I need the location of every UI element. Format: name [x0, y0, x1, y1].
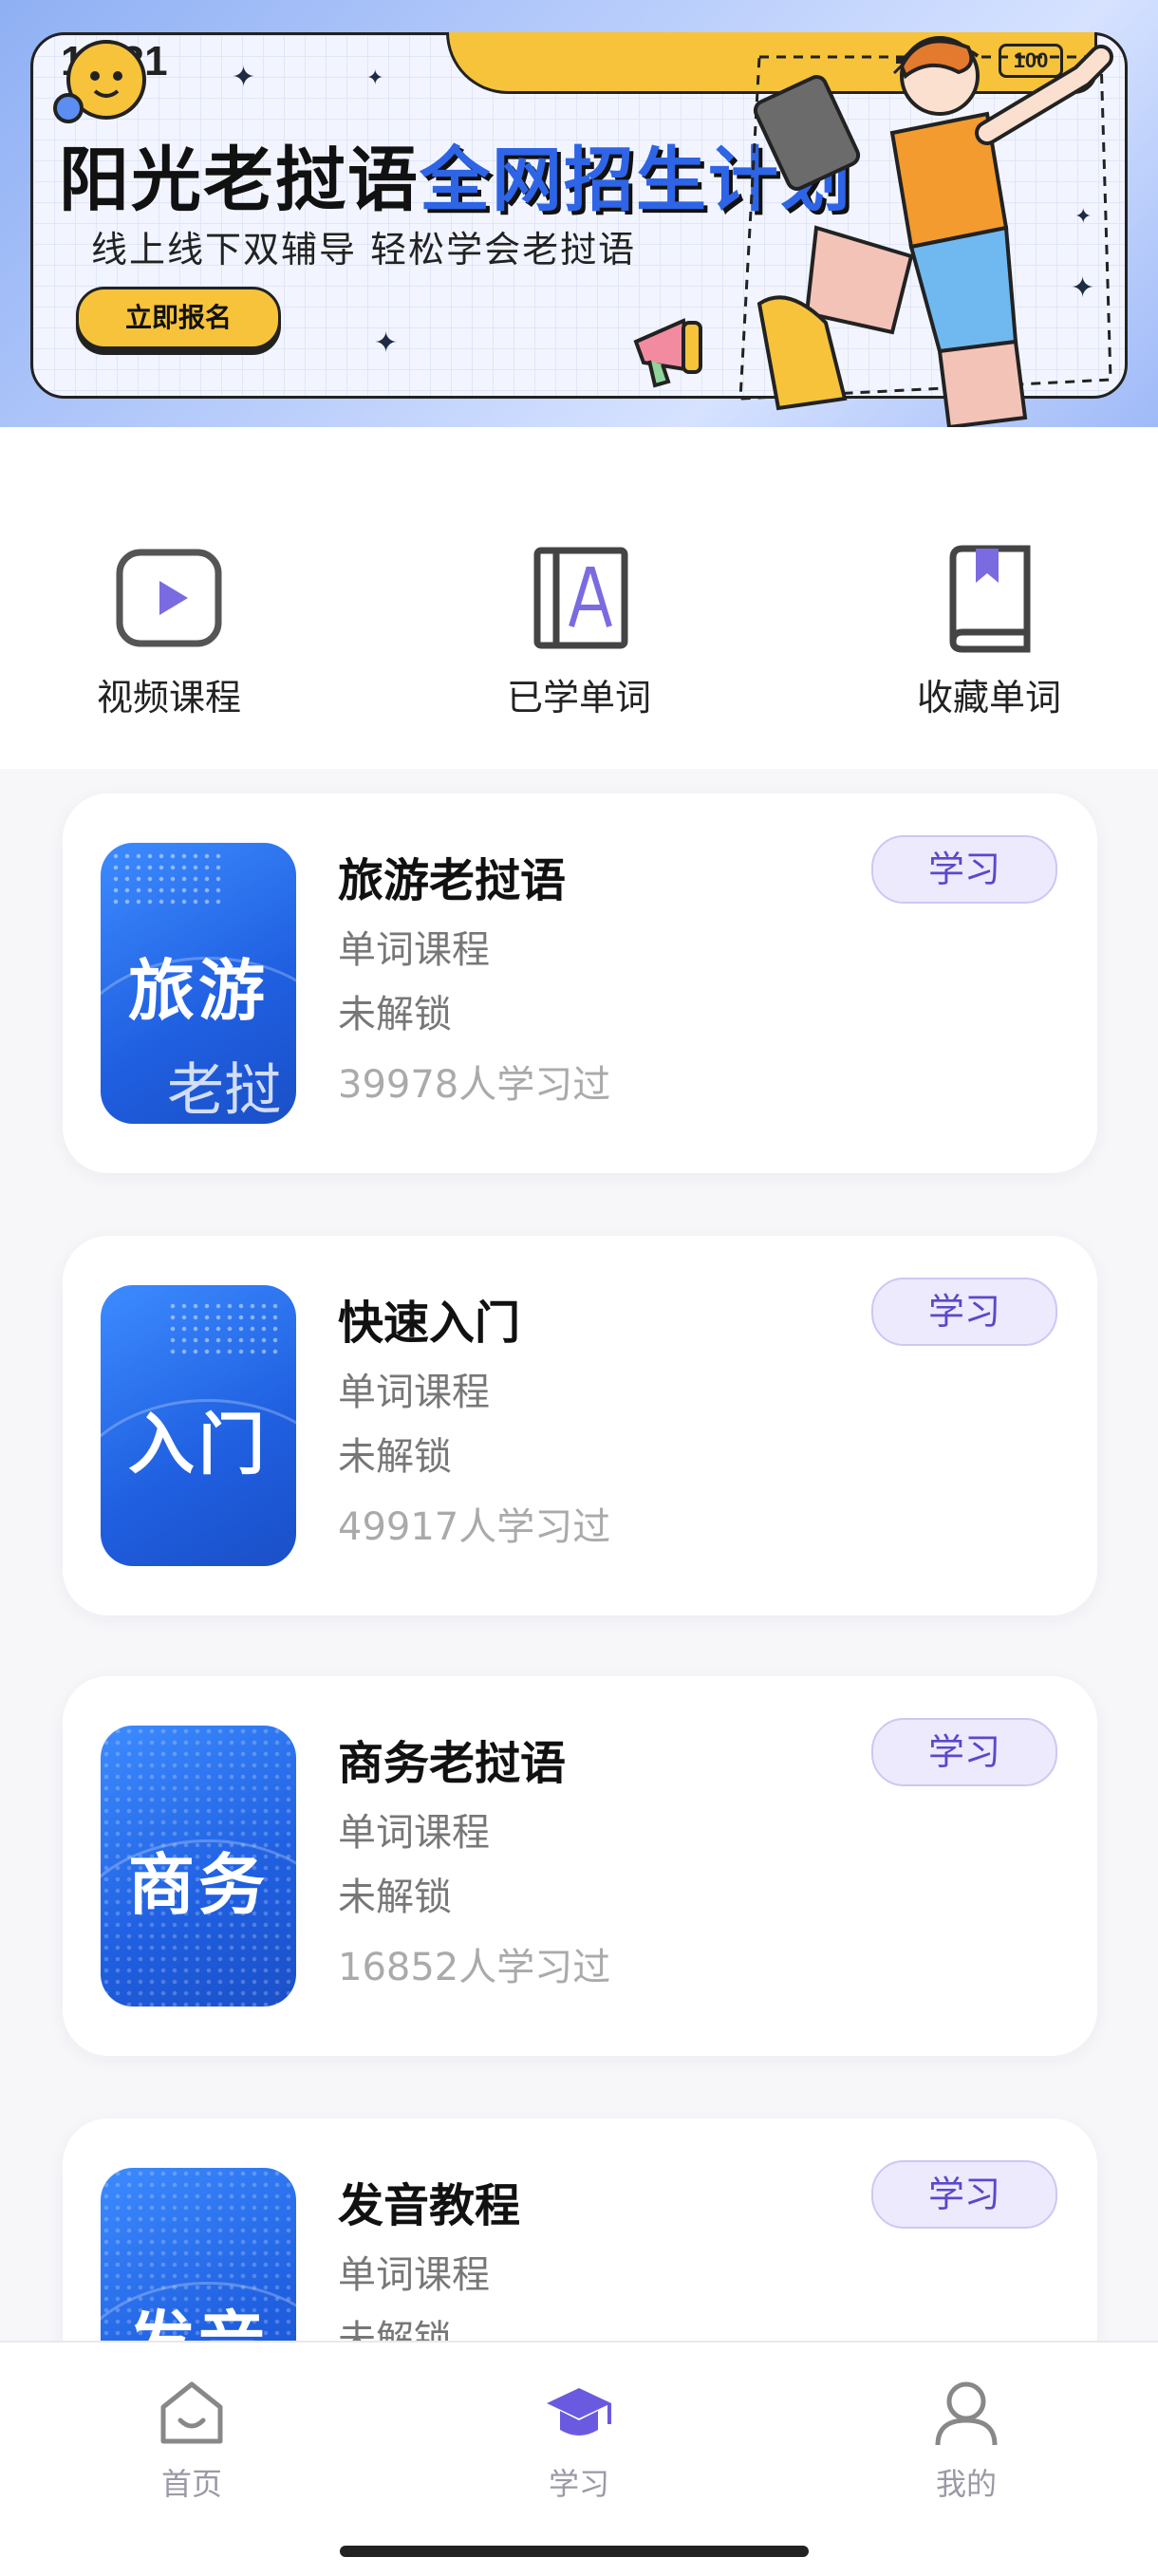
quick-action-label: 已学单词	[506, 677, 651, 719]
sparkle-icon: ✦	[374, 327, 399, 360]
course-thumbnail: 商务	[101, 1726, 296, 2007]
course-learner-count: 39978人学习过	[338, 1063, 611, 1107]
quick-action-saved-words[interactable]: 收藏单词	[866, 541, 1112, 720]
tab-home[interactable]: 首页	[97, 2377, 287, 2504]
course-thumbnail-text: 入门	[128, 1406, 269, 1484]
tab-label: 首页	[160, 2466, 222, 2502]
course-thumbnail-subtext: 老挝	[167, 1057, 281, 1124]
course-type: 单词课程	[338, 928, 490, 972]
course-learner-count: 49917人学习过	[338, 1505, 611, 1549]
bookmark-book-icon	[949, 545, 1031, 653]
course-thumbnail: 旅游 老挝	[101, 843, 296, 1124]
course-title: 商务老挝语	[338, 1737, 567, 1790]
course-card[interactable]: 入门 快速入门 单词课程 未解锁 49917人学习过 学习	[63, 1236, 1097, 1615]
course-title: 快速入门	[338, 1297, 521, 1350]
user-icon	[935, 2381, 998, 2446]
course-title: 旅游老挝语	[338, 854, 567, 907]
learn-button[interactable]: 学习	[871, 1278, 1057, 1346]
course-lock-status: 未解锁	[338, 1435, 452, 1479]
tab-label: 学习	[548, 2466, 609, 2502]
promo-banner[interactable]: 10:31 100 阳光老挝语全网招生计划 线上线下双辅导 轻松学会老挝语 立即…	[0, 0, 1158, 427]
learn-button[interactable]: 学习	[871, 2160, 1057, 2229]
course-thumbnail-text: 商务	[128, 1846, 269, 1924]
banner-subtitle: 线上线下双辅导 轻松学会老挝语	[91, 229, 637, 271]
video-icon	[116, 549, 222, 647]
course-thumbnail-text: 旅游	[128, 952, 269, 1030]
student-illustration	[738, 36, 1113, 427]
tab-study[interactable]: 学习	[484, 2377, 674, 2504]
sparkle-icon: ✦	[232, 61, 256, 94]
quick-action-label: 收藏单词	[916, 677, 1061, 719]
tab-label: 我的	[935, 2466, 997, 2502]
quick-action-learned-words[interactable]: 已学单词	[456, 541, 702, 720]
learned-words-icon	[533, 547, 628, 649]
course-learner-count: 16852人学习过	[338, 1946, 611, 1989]
course-card[interactable]: 商务 商务老挝语 单词课程 未解锁 16852人学习过 学习	[63, 1676, 1097, 2056]
course-lock-status: 未解锁	[338, 993, 452, 1036]
quick-actions-panel: 视频课程 已学单词 收藏单词	[0, 427, 1158, 769]
graduation-cap-icon	[547, 2388, 611, 2436]
learn-button[interactable]: 学习	[871, 1718, 1057, 1786]
bottom-tab-bar: 首页 学习 我的	[0, 2341, 1158, 2576]
course-type: 单词课程	[338, 1811, 490, 1855]
quick-action-label: 视频课程	[96, 677, 241, 719]
learn-button[interactable]: 学习	[871, 835, 1057, 904]
home-indicator	[340, 2546, 809, 2557]
course-title: 发音教程	[338, 2179, 521, 2232]
course-type: 单词课程	[338, 2253, 490, 2297]
course-type: 单词课程	[338, 1371, 490, 1414]
course-lock-status: 未解锁	[338, 1876, 452, 1919]
sparkle-icon: ✦	[366, 66, 384, 90]
quick-action-video-courses[interactable]: 视频课程	[46, 541, 292, 720]
home-icon	[160, 2381, 223, 2444]
banner-signup-button[interactable]: 立即报名	[76, 287, 281, 349]
tab-profile[interactable]: 我的	[871, 2377, 1061, 2504]
course-thumbnail: 入门	[101, 1285, 296, 1566]
mascot-icon	[53, 40, 146, 123]
banner-title-brand: 阳光老挝语	[59, 140, 420, 221]
course-card[interactable]: 旅游 老挝 旅游老挝语 单词课程 未解锁 39978人学习过 学习	[63, 793, 1097, 1173]
